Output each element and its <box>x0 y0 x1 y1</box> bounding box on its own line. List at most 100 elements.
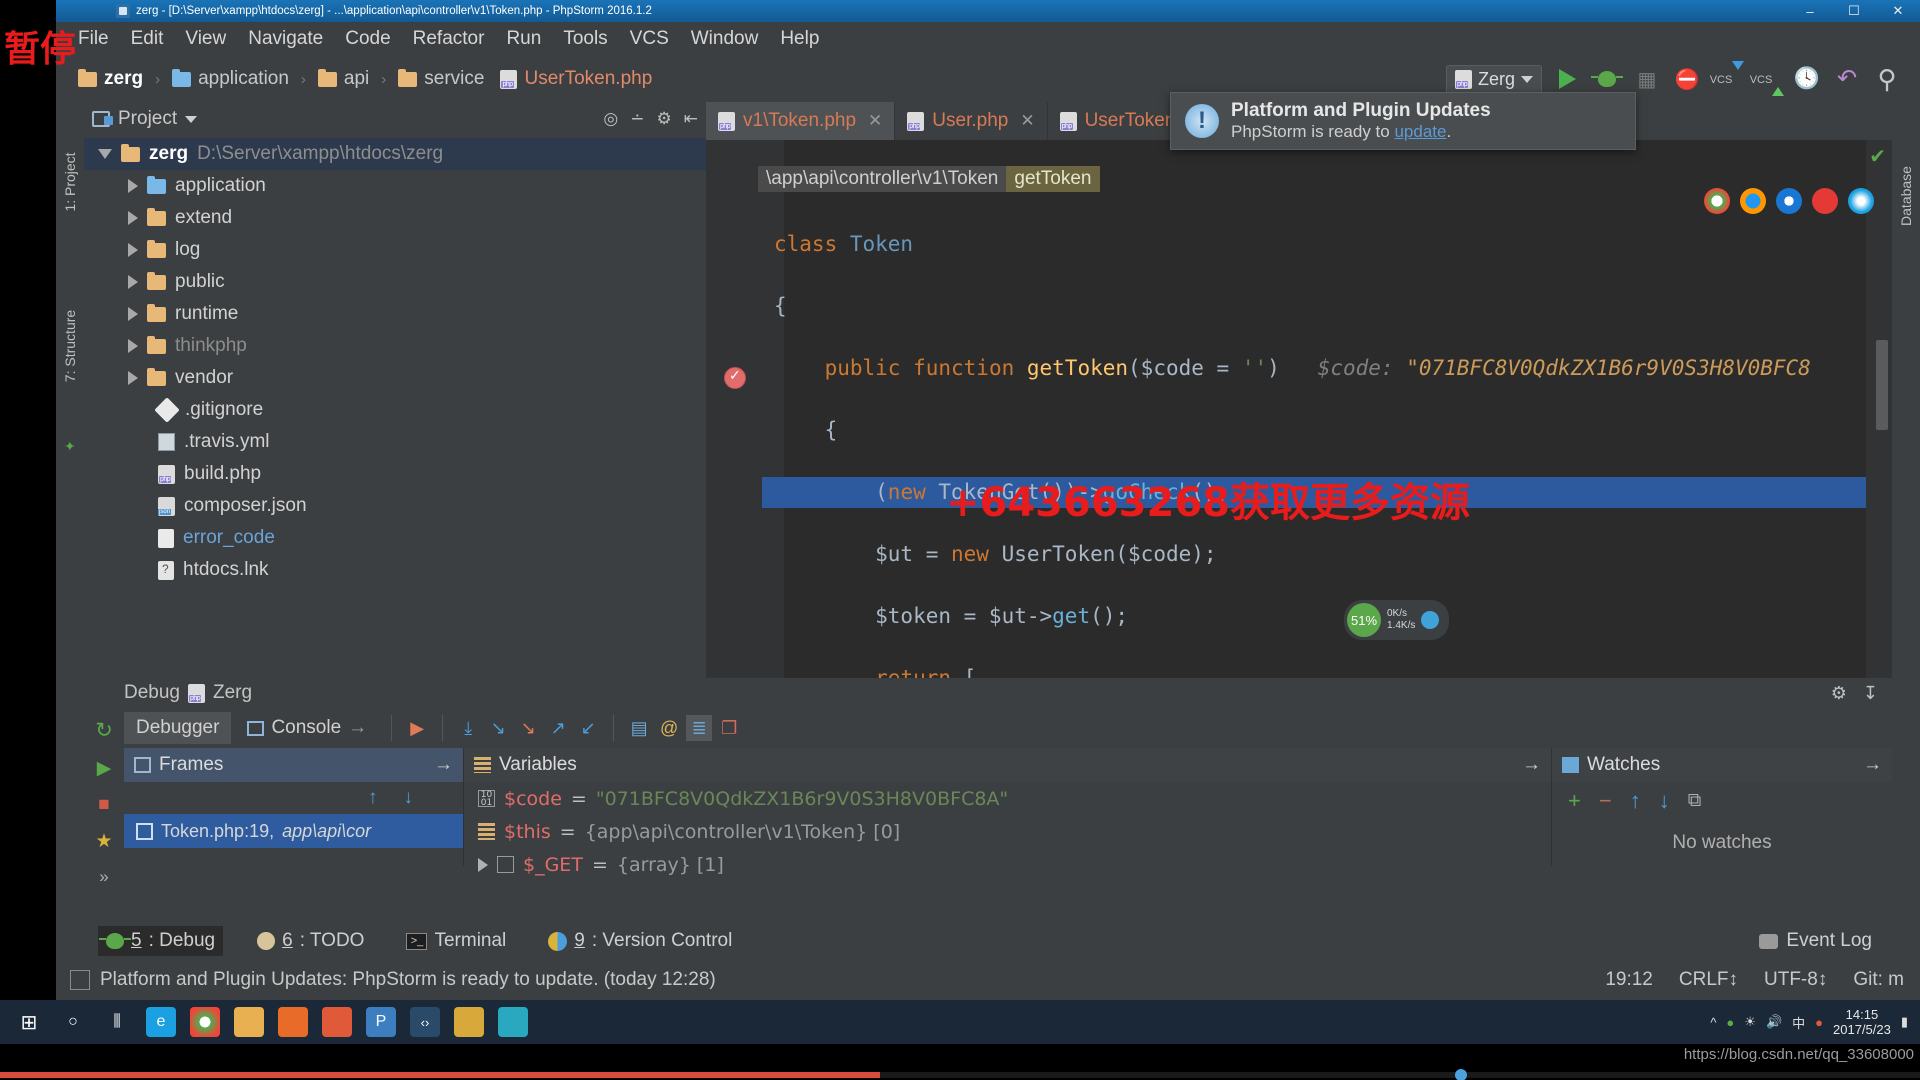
status-icon[interactable] <box>70 970 90 990</box>
step-over-button[interactable]: ⤓ <box>455 715 481 741</box>
opera-icon[interactable] <box>1812 188 1838 214</box>
firefox-icon[interactable] <box>1740 188 1766 214</box>
menu-view[interactable]: View <box>185 28 226 50</box>
tree-item-extend[interactable]: extend <box>84 202 706 234</box>
favorites-star-icon[interactable]: ✦ <box>56 404 84 488</box>
menu-code[interactable]: Code <box>345 28 390 50</box>
menu-tools[interactable]: Tools <box>563 28 607 50</box>
tab-debugger[interactable]: Debugger <box>124 712 232 744</box>
mail-icon[interactable]: ✉ <box>322 1007 352 1037</box>
event-log-button[interactable]: Event Log <box>1759 930 1892 952</box>
editor-scrollbar[interactable] <box>1866 140 1892 678</box>
remove-watch-button[interactable]: − <box>1599 788 1612 814</box>
cortana-button[interactable]: ○ <box>58 1007 88 1037</box>
menu-refactor[interactable]: Refactor <box>413 28 485 50</box>
tree-item-zerg[interactable]: zerg D:\Server\xampp\htdocs\zerg <box>84 138 706 170</box>
chevron-down-icon[interactable] <box>98 149 112 159</box>
breadcrumb-api[interactable]: api <box>312 66 375 92</box>
run-to-cursor-button[interactable]: ↙ <box>575 715 601 741</box>
edge-icon[interactable]: e <box>146 1007 176 1037</box>
expand-button[interactable]: » <box>99 867 108 887</box>
close-icon[interactable]: ✕ <box>868 111 882 131</box>
inspection-status-icon[interactable]: ✔ <box>1869 144 1886 169</box>
status-message[interactable]: Platform and Plugin Updates: PhpStorm is… <box>100 969 716 991</box>
debug-button[interactable] <box>1591 64 1623 94</box>
tree-item-error-code[interactable]: error_code <box>84 522 706 554</box>
chevron-right-icon[interactable] <box>478 857 488 872</box>
tray-shield-icon[interactable]: ● <box>1726 1015 1734 1030</box>
close-icon[interactable]: ✕ <box>1020 111 1034 131</box>
tool-window-button-structure[interactable]: 7: Structure <box>56 304 84 388</box>
tree-item-runtime[interactable]: runtime <box>84 298 706 330</box>
phpstorm-icon[interactable]: P <box>366 1007 396 1037</box>
chevron-right-icon[interactable] <box>128 339 138 353</box>
tree-item-thinkphp[interactable]: thinkphp <box>84 330 706 362</box>
chevron-right-icon[interactable] <box>128 275 138 289</box>
coverage-button[interactable]: ▦ <box>1632 64 1662 94</box>
settings-icon[interactable]: → <box>434 754 453 776</box>
safari-icon[interactable] <box>1776 188 1802 214</box>
video-progress-bar[interactable] <box>0 1069 1920 1080</box>
bottom-tab-debug[interactable]: 5: Debug <box>98 926 224 956</box>
tray-network-icon[interactable]: ☀ <box>1744 1014 1756 1030</box>
variable-row[interactable]: $this = {app\api\controller\v1\Token} [0… <box>464 815 1551 848</box>
variable-row[interactable]: $_GET = {array} [1] <box>464 848 1551 881</box>
favorites-button[interactable]: ★ <box>95 830 112 853</box>
collapse-all-icon[interactable]: ∸ <box>630 109 644 129</box>
chevron-right-icon[interactable] <box>128 371 138 385</box>
frame-down-button[interactable]: ↓ <box>404 787 414 809</box>
revert-button[interactable]: ↶ <box>1832 64 1862 94</box>
tray-volume-icon[interactable]: 🔊 <box>1766 1014 1782 1030</box>
gear-icon[interactable]: ⚙ <box>1831 683 1847 704</box>
status-encoding[interactable]: UTF-8↕ <box>1764 969 1827 991</box>
tree-item-travis-yml[interactable]: .travis.yml <box>84 426 706 458</box>
status-line-separator[interactable]: CRLF↕ <box>1679 969 1738 991</box>
video-progress-handle[interactable] <box>1455 1069 1467 1080</box>
breadcrumb-class-path[interactable]: \app\api\controller\v1\Token <box>758 166 1007 192</box>
chevron-right-icon[interactable] <box>128 243 138 257</box>
network-monitor-widget[interactable]: 51% 0K/s 1.4K/s <box>1344 600 1450 640</box>
ie-icon[interactable] <box>1848 188 1874 214</box>
breadcrumb-application[interactable]: application <box>166 66 295 92</box>
tree-item-build-php[interactable]: build.php <box>84 458 706 490</box>
chevron-right-icon[interactable] <box>128 307 138 321</box>
tree-item-composer-json[interactable]: composer.json <box>84 490 706 522</box>
notification-popup[interactable]: ! Platform and Plugin Updates PhpStorm i… <box>1170 92 1636 150</box>
menu-navigate[interactable]: Navigate <box>248 28 323 50</box>
vcs-history-button[interactable]: 🕓 <box>1792 64 1822 94</box>
chevron-down-icon[interactable] <box>185 115 198 123</box>
chrome2-icon[interactable]: ◔ <box>454 1007 484 1037</box>
settings-button[interactable]: ≣ <box>686 715 713 741</box>
start-button[interactable]: ⊞ <box>14 1007 44 1037</box>
notification-update-link[interactable]: update <box>1394 122 1446 141</box>
breadcrumb-zerg[interactable]: zerg <box>72 66 149 92</box>
step-out-button[interactable]: ↗ <box>545 715 571 741</box>
firefox-icon[interactable]: ◑ <box>278 1007 308 1037</box>
breadcrumb-usertoken-php[interactable]: UserToken.php <box>494 66 658 92</box>
resume-button[interactable]: ▶ <box>97 757 112 780</box>
menu-run[interactable]: Run <box>506 28 541 50</box>
mute-breakpoints-button[interactable]: @ <box>656 715 682 741</box>
maximize-button[interactable]: ☐ <box>1832 0 1876 22</box>
tray-ime-icon[interactable]: 中 <box>1792 1013 1805 1032</box>
settings-icon[interactable]: → <box>1863 754 1882 776</box>
tree-item-vendor[interactable]: vendor <box>84 362 706 394</box>
show-execution-point-button[interactable]: ▶ <box>404 715 430 741</box>
editor-tab-token-php[interactable]: v1\Token.php ✕ <box>706 102 896 140</box>
breakpoint-icon[interactable] <box>724 367 746 389</box>
scrollbar-thumb[interactable] <box>1876 340 1888 430</box>
tool-window-button-project[interactable]: 1: Project <box>56 140 84 224</box>
menu-vcs[interactable]: VCS <box>630 28 669 50</box>
tray-app-icon[interactable]: ● <box>1815 1015 1823 1030</box>
pin-tab-button[interactable]: ❐ <box>716 715 742 741</box>
settings-icon[interactable]: → <box>1522 754 1541 776</box>
vcs-commit-button[interactable]: VCS <box>1750 64 1785 96</box>
menu-file[interactable]: File <box>78 28 109 50</box>
run-configuration-selector[interactable]: Zerg <box>1445 64 1542 94</box>
menu-edit[interactable]: Edit <box>131 28 164 50</box>
scroll-from-source-icon[interactable]: ◎ <box>603 109 618 129</box>
stop-debug-button[interactable]: ⛔ <box>1672 64 1702 94</box>
frame-up-button[interactable]: ↑ <box>368 787 378 809</box>
minimize-button[interactable]: – <box>1788 0 1832 22</box>
step-into-button[interactable]: ↘ <box>485 715 511 741</box>
